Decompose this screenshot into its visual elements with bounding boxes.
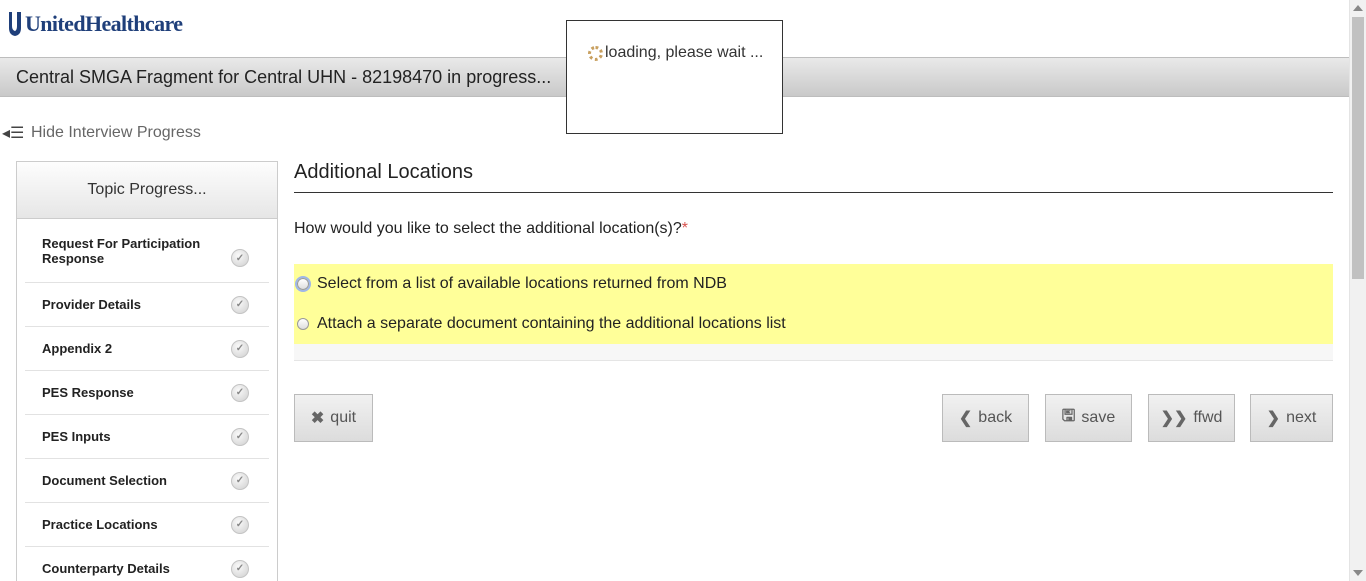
hide-progress-label: Hide Interview Progress <box>31 124 201 141</box>
scroll-thumb[interactable] <box>1352 17 1364 279</box>
option-label: Select from a list of available location… <box>317 275 727 292</box>
topic-item[interactable]: Practice Locations ✓ <box>25 503 269 547</box>
radio-select-from-list[interactable] <box>295 276 311 292</box>
loading-message: loading, please wait ... <box>588 44 763 62</box>
topic-item[interactable]: PES Response ✓ <box>25 371 269 415</box>
check-icon: ✓ <box>231 295 249 314</box>
question-text: How would you like to select the additio… <box>294 220 682 237</box>
topic-item-label: Appendix 2 <box>42 341 113 356</box>
topic-progress-panel: Topic Progress... Request For Participat… <box>16 161 278 581</box>
topic-item[interactable]: Appendix 2 ✓ <box>25 327 269 371</box>
scroll-down-arrow-icon[interactable] <box>1353 570 1363 576</box>
topic-item-label: Document Selection <box>42 473 167 488</box>
shield-logo-icon <box>9 12 21 36</box>
check-icon: ✓ <box>231 339 249 358</box>
check-icon: ✓ <box>231 427 249 446</box>
topic-item-label: Practice Locations <box>42 517 158 532</box>
vertical-scrollbar[interactable] <box>1349 0 1366 581</box>
check-icon: ✓ <box>231 515 249 534</box>
topic-item[interactable]: Provider Details ✓ <box>25 283 269 327</box>
double-chevron-right-icon: ❯❯ <box>1160 410 1188 427</box>
ffwd-button[interactable]: ❯❯ ffwd <box>1148 394 1235 442</box>
chevron-left-icon: ❮ <box>958 410 973 427</box>
close-x-icon: ✖ <box>310 410 325 427</box>
main-content: Additional Locations How would you like … <box>294 161 1333 442</box>
topic-item-label: Provider Details <box>42 297 141 312</box>
topic-item-label: PES Inputs <box>42 429 111 444</box>
option-label: Attach a separate document containing th… <box>317 315 786 332</box>
section-title: Additional Locations <box>294 161 1333 193</box>
topic-item[interactable]: Request For Participation Response ✓ <box>25 219 269 283</box>
scroll-up-arrow-icon[interactable] <box>1353 5 1363 11</box>
next-button[interactable]: ❯ next <box>1250 394 1333 442</box>
floppy-disk-icon: 🖫 <box>1061 407 1076 425</box>
location-options-group: Select from a list of available location… <box>294 264 1333 344</box>
brand-name: UnitedHealthcare <box>25 11 183 36</box>
quit-button[interactable]: ✖ quit <box>294 394 373 442</box>
check-icon: ✓ <box>231 249 249 267</box>
back-label: back <box>978 409 1013 426</box>
option-attach-document[interactable]: Attach a separate document containing th… <box>297 315 786 333</box>
topic-item-label: PES Response <box>42 385 134 400</box>
save-button[interactable]: 🖫 save <box>1045 394 1132 442</box>
spinner-icon <box>588 45 603 61</box>
save-label: save <box>1081 409 1116 426</box>
question-label: How would you like to select the additio… <box>294 220 1333 238</box>
topic-item-label: Request For Participation Response <box>42 235 201 266</box>
topic-item-label: Counterparty Details <box>42 561 170 576</box>
collapse-menu-icon: ◂☰ <box>2 125 25 142</box>
check-icon: ✓ <box>231 471 249 490</box>
option-select-from-list[interactable]: Select from a list of available location… <box>295 275 727 293</box>
chevron-right-icon: ❯ <box>1266 410 1281 427</box>
check-icon: ✓ <box>231 383 249 402</box>
back-button[interactable]: ❮ back <box>942 394 1029 442</box>
topic-progress-header: Topic Progress... <box>17 162 277 219</box>
ffwd-label: ffwd <box>1193 409 1223 426</box>
page-title: Central SMGA Fragment for Central UHN - … <box>16 67 552 87</box>
required-marker: * <box>681 220 688 237</box>
topic-item[interactable]: Document Selection ✓ <box>25 459 269 503</box>
topic-item[interactable]: PES Inputs ✓ <box>25 415 269 459</box>
check-icon: ✓ <box>231 559 249 578</box>
radio-attach-document[interactable] <box>297 318 309 330</box>
topic-item[interactable]: Counterparty Details ✓ <box>25 547 269 581</box>
loading-text: loading, please wait ... <box>605 44 764 61</box>
next-label: next <box>1286 409 1317 426</box>
quit-label: quit <box>330 409 357 426</box>
options-footer-bar <box>294 344 1333 361</box>
loading-dialog: loading, please wait ... <box>566 20 783 134</box>
brand-logo: UnitedHealthcare <box>8 10 183 38</box>
hide-interview-progress-link[interactable]: ◂☰ Hide Interview Progress <box>2 123 201 143</box>
